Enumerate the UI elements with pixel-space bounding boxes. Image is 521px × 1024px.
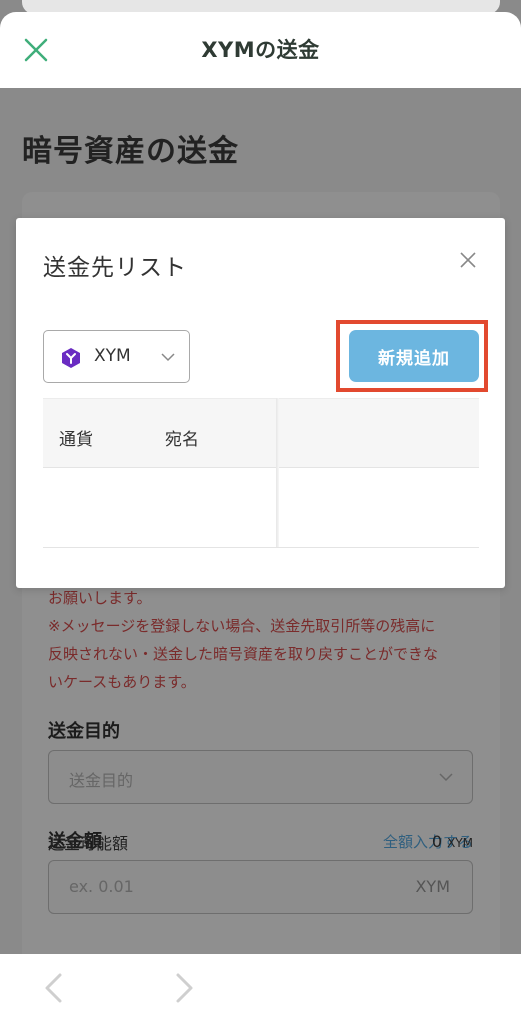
warning-text-1: お願いします。 xyxy=(48,589,152,607)
forward-arrow-icon[interactable] xyxy=(172,972,196,1004)
available-unit: XYM xyxy=(447,836,473,850)
column-divider xyxy=(276,398,279,548)
amount-unit: XYM xyxy=(415,877,450,896)
available-amount: 0 XYM xyxy=(432,832,473,851)
warning-text-3: 反映されない・送金した暗号資産を取り戻すことができな xyxy=(48,645,439,663)
currency-label: XYM xyxy=(94,346,131,366)
purpose-select[interactable]: 送金目的 xyxy=(48,750,473,804)
modal-title: 送金先リスト xyxy=(43,255,187,281)
symbol-coin-icon xyxy=(62,348,80,368)
purpose-placeholder: 送金目的 xyxy=(69,771,134,790)
bottom-nav-bar xyxy=(0,954,521,1024)
page-header-title: XYMの送金 xyxy=(201,38,320,62)
recipient-list-modal: 送金先リスト XYM 新規追加 通貨 宛名 xyxy=(16,218,505,588)
modal-close-icon[interactable] xyxy=(458,250,478,270)
table-bottom-border xyxy=(43,547,479,548)
available-label: 送金可能額 xyxy=(48,834,129,853)
amount-input[interactable]: ex. 0.01 XYM xyxy=(48,860,473,914)
purpose-label: 送金目的 xyxy=(48,721,120,742)
add-new-button[interactable]: 新規追加 xyxy=(349,330,479,382)
recipient-table: 通貨 宛名 xyxy=(43,398,479,548)
table-header: 通貨 宛名 xyxy=(43,398,479,468)
amount-placeholder: ex. 0.01 xyxy=(69,877,134,896)
page-title: 暗号資産の送金 xyxy=(22,134,239,169)
column-currency: 通貨 xyxy=(59,430,93,450)
back-arrow-icon[interactable] xyxy=(42,972,66,1004)
header-bar: XYMの送金 xyxy=(0,12,521,88)
warning-text-4: いケースもあります。 xyxy=(48,673,196,691)
available-value: 0 xyxy=(431,832,442,851)
chevron-down-icon xyxy=(161,353,175,362)
currency-select[interactable]: XYM xyxy=(43,330,190,383)
chevron-down-icon xyxy=(439,773,453,782)
column-name: 宛名 xyxy=(165,430,199,450)
warning-text-2: ※メッセージを登録しない場合、送金先取引所等の残高に xyxy=(48,617,436,635)
